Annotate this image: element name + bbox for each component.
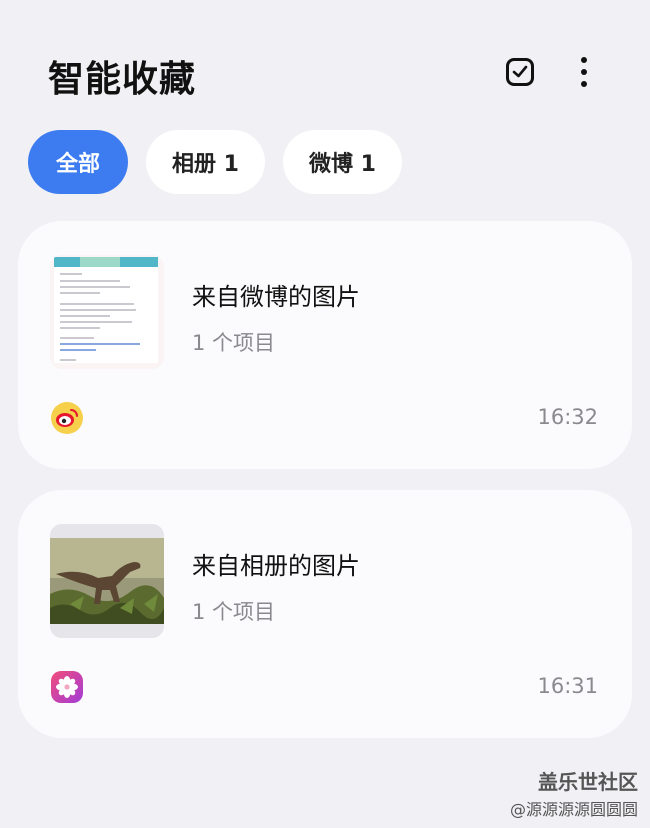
weibo-thumbnail bbox=[50, 255, 164, 369]
collection-card-weibo[interactable]: 来自微博的图片 1 个项目 16:32 bbox=[18, 221, 632, 469]
card-title: 来自微博的图片 bbox=[192, 283, 360, 311]
page-title: 智能收藏 bbox=[48, 59, 197, 100]
more-options-button[interactable] bbox=[564, 52, 604, 92]
filter-chip-album[interactable]: 相册 1 bbox=[146, 130, 265, 194]
collection-card-gallery[interactable]: 来自相册的图片 1 个项目 16:31 bbox=[18, 490, 632, 738]
more-vertical-icon bbox=[581, 57, 587, 87]
filter-chip-weibo[interactable]: 微博 1 bbox=[282, 130, 402, 194]
watermark-author: @源源源源圆圆圆 bbox=[509, 800, 638, 819]
card-timestamp: 16:31 bbox=[537, 674, 598, 698]
select-button[interactable] bbox=[500, 52, 540, 92]
filter-chip-all[interactable]: 全部 bbox=[28, 130, 129, 194]
dinosaur-photo-thumbnail bbox=[50, 524, 164, 638]
card-title: 来自相册的图片 bbox=[192, 552, 360, 580]
gallery-icon bbox=[50, 670, 84, 704]
checkbox-select-icon bbox=[506, 58, 534, 86]
card-timestamp: 16:32 bbox=[537, 405, 598, 429]
card-item-count: 1 个项目 bbox=[192, 600, 276, 624]
filter-chips: 全部 相册 1 微博 1 bbox=[28, 130, 402, 194]
card-item-count: 1 个项目 bbox=[192, 331, 276, 355]
watermark-community: 盖乐世社区 bbox=[538, 770, 638, 794]
weibo-icon bbox=[50, 401, 84, 435]
